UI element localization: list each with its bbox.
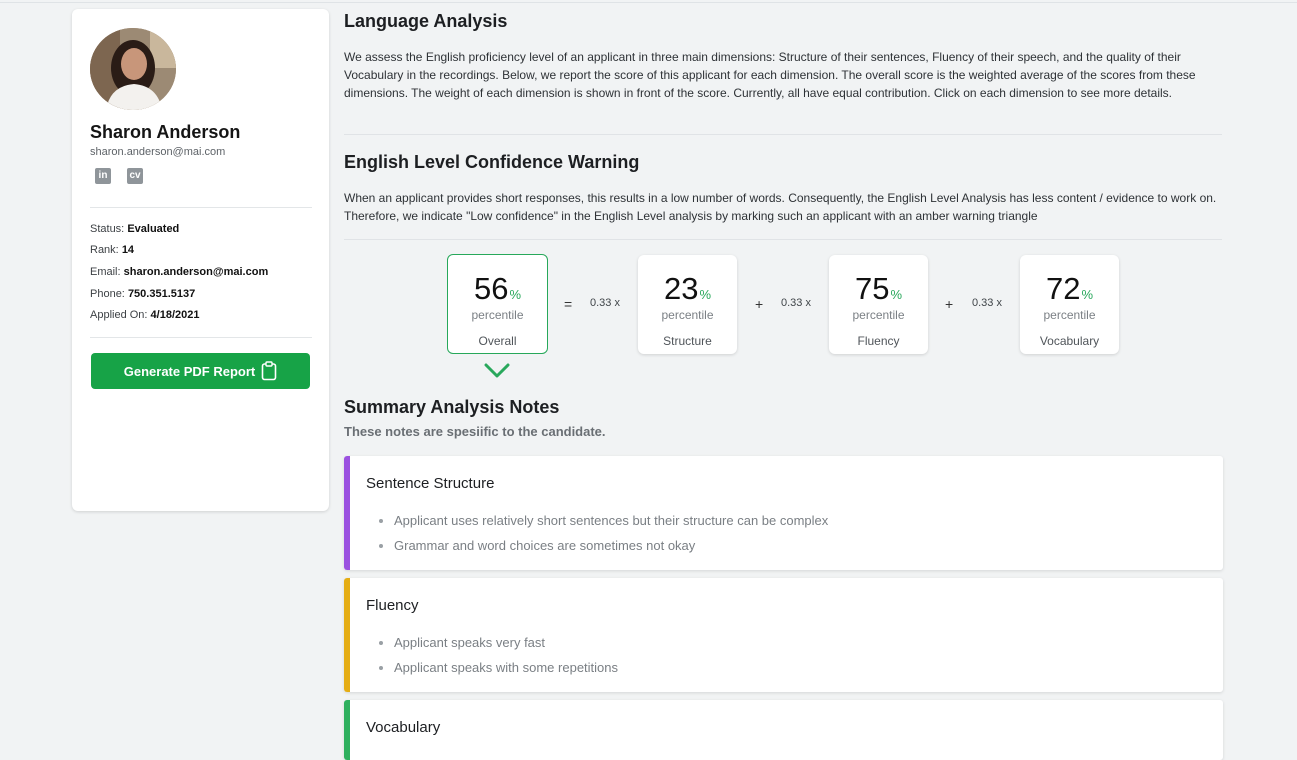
profile-card: Sharon Anderson sharon.anderson@mai.com … [72,9,329,511]
language-analysis-title: Language Analysis [344,11,508,31]
profile-divider-top [90,207,312,208]
fluency-weight: 0.33 x [781,297,811,309]
summary-notes-title: Summary Analysis Notes [344,397,560,417]
note-list: Applicant uses relatively short sentence… [372,508,828,558]
chevron-down-icon[interactable] [483,362,511,380]
equals-sign: = [564,296,573,312]
avatar [90,28,176,110]
structure-weight: 0.33 x [590,297,620,309]
score-card-structure[interactable]: 23% percentile Structure [638,255,737,354]
vocabulary-score-value: 72 [1045,271,1081,306]
overall-label: Overall [478,334,517,348]
generate-pdf-report-label: Generate PDF Report [123,363,256,379]
note-list: Applicant speaks very fast Applicant spe… [372,630,618,680]
note-accent-bar [344,700,350,760]
section-divider [344,134,1222,135]
percentile-label: percentile [852,308,905,322]
rank-field: Rank: 14 [90,244,134,256]
score-card-overall[interactable]: 56% percentile Overall [447,254,548,354]
applied-on-value: 4/18/2021 [150,309,200,321]
note-title: Vocabulary [366,719,441,736]
candidate-name: Sharon Anderson [90,122,241,142]
fluency-score-value: 75 [854,271,890,306]
vocabulary-label: Vocabulary [1039,334,1100,348]
percent-sign: % [890,287,903,302]
generate-pdf-report-button[interactable]: Generate PDF Report [91,353,310,389]
cv-icon[interactable]: cv [127,168,143,184]
status-label: Status: [90,223,125,235]
confidence-warning-title: English Level Confidence Warning [344,152,640,172]
structure-score-value: 23 [663,271,699,306]
percentile-label: percentile [1043,308,1096,322]
note-card-sentence-structure[interactable]: Sentence Structure Applicant uses relati… [344,456,1223,570]
note-card-fluency[interactable]: Fluency Applicant speaks very fast Appli… [344,578,1223,692]
linkedin-icon[interactable]: in [95,168,111,184]
confidence-warning-description: When an applicant provides short respons… [344,191,1217,223]
profile-divider-bottom [90,337,312,338]
note-title: Fluency [366,597,419,614]
clipboard-icon [261,361,277,381]
summary-notes-subtitle: These notes are spesiific to the candida… [344,424,606,439]
note-accent-bar [344,456,350,570]
phone-value: 750.351.5137 [127,288,196,300]
email-value: sharon.anderson@mai.com [123,266,269,278]
language-analysis-description: We assess the English proficiency level … [344,50,1196,100]
rank-label: Rank: [90,244,119,256]
applied-on-field: Applied On: 4/18/2021 [90,309,199,321]
percentile-label: percentile [661,308,714,322]
percent-sign: % [1081,287,1094,302]
percent-sign: % [699,287,712,302]
vocabulary-weight: 0.33 x [972,297,1002,309]
percentile-label: percentile [471,308,524,322]
email-field: Email: sharon.anderson@mai.com [90,266,268,278]
note-card-vocabulary[interactable]: Vocabulary [344,700,1223,760]
section-divider [344,239,1222,240]
overall-score-value: 56 [473,271,509,306]
score-card-fluency[interactable]: 75% percentile Fluency [829,255,928,354]
note-title: Sentence Structure [366,475,495,492]
applied-on-label: Applied On: [90,309,148,321]
status-value: Evaluated [127,223,180,235]
plus-sign: + [945,296,954,312]
status-field: Status: Evaluated [90,223,179,235]
email-label: Email: [90,266,121,278]
plus-sign: + [755,296,764,312]
list-item: Grammar and word choices are sometimes n… [394,533,828,558]
fluency-label: Fluency [857,334,900,348]
list-item: Applicant speaks very fast [394,630,618,655]
rank-value: 14 [121,244,135,256]
structure-label: Structure [663,334,712,348]
phone-field: Phone: 750.351.5137 [90,288,195,300]
list-item: Applicant speaks with some repetitions [394,655,618,680]
candidate-email-subtitle: sharon.anderson@mai.com [90,146,226,158]
percent-sign: % [509,287,522,302]
top-divider [0,2,1297,3]
list-item: Applicant uses relatively short sentence… [394,508,828,533]
phone-label: Phone: [90,288,125,300]
note-accent-bar [344,578,350,692]
score-card-vocabulary[interactable]: 72% percentile Vocabulary [1020,255,1119,354]
